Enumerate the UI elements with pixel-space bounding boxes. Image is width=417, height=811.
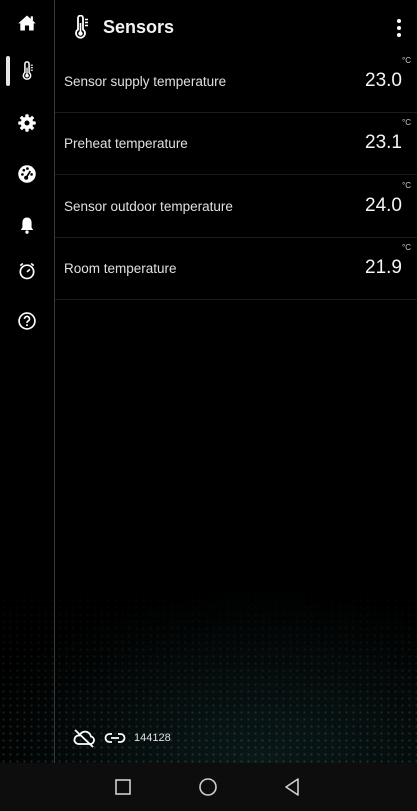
app-screen: Sensors Sensor supply temperature 23.0 °… <box>0 0 417 763</box>
bell-icon <box>20 217 34 234</box>
gear-icon <box>18 114 36 132</box>
sensor-label: Sensor supply temperature <box>64 74 227 89</box>
sensor-value: 23.0 <box>365 70 402 91</box>
navigation-rail <box>0 0 55 763</box>
back-triangle-icon <box>285 778 299 796</box>
sidebar-item-alarms[interactable] <box>0 206 54 244</box>
sidebar-item-home[interactable] <box>0 4 54 42</box>
connection-status: 144128 <box>72 726 171 750</box>
thermometer-icon <box>22 61 33 80</box>
page-title: Sensors <box>103 17 175 37</box>
sensor-row-outdoor: Sensor outdoor temperature 24.0 °C <box>55 175 417 238</box>
cloud-off-icon <box>73 729 95 748</box>
gauge-icon <box>18 165 36 183</box>
sidebar-item-help[interactable] <box>0 302 54 340</box>
sensor-label: Preheat temperature <box>64 136 188 151</box>
recents-button[interactable] <box>110 774 136 800</box>
sidebar-item-dashboard[interactable] <box>0 155 54 193</box>
timer-icon <box>19 262 35 280</box>
sensor-label: Sensor outdoor temperature <box>64 199 233 214</box>
back-button[interactable] <box>279 774 305 800</box>
square-icon <box>115 779 131 795</box>
sensor-row-room: Room temperature 21.9 °C <box>55 237 417 300</box>
background-pattern <box>0 583 417 763</box>
sensor-value: 23.1 <box>365 132 402 153</box>
top-app-bar: Sensors <box>55 0 417 56</box>
sensor-row-supply: Sensor supply temperature 23.0 °C <box>55 50 417 113</box>
link-icon <box>104 733 126 743</box>
thermometer-icon <box>75 15 88 39</box>
home-button[interactable] <box>195 774 221 800</box>
device-id: 144128 <box>134 732 171 744</box>
sensor-unit: °C <box>402 181 411 190</box>
sensor-row-preheat: Preheat temperature 23.1 °C <box>55 112 417 175</box>
sensor-value: 24.0 <box>365 195 402 216</box>
sensor-unit: °C <box>402 56 411 65</box>
sidebar-item-settings[interactable] <box>0 104 54 142</box>
home-icon <box>18 15 36 31</box>
sensor-value: 21.9 <box>365 257 402 278</box>
sidebar-item-sensors[interactable] <box>0 52 54 90</box>
sidebar-item-timer[interactable] <box>0 252 54 290</box>
help-icon <box>18 312 36 330</box>
sensor-unit: °C <box>402 243 411 252</box>
circle-icon <box>199 778 217 796</box>
sensor-label: Room temperature <box>64 261 177 276</box>
more-options-icon[interactable] <box>387 14 411 42</box>
sensor-unit: °C <box>402 118 411 127</box>
system-navigation-bar <box>0 763 417 811</box>
